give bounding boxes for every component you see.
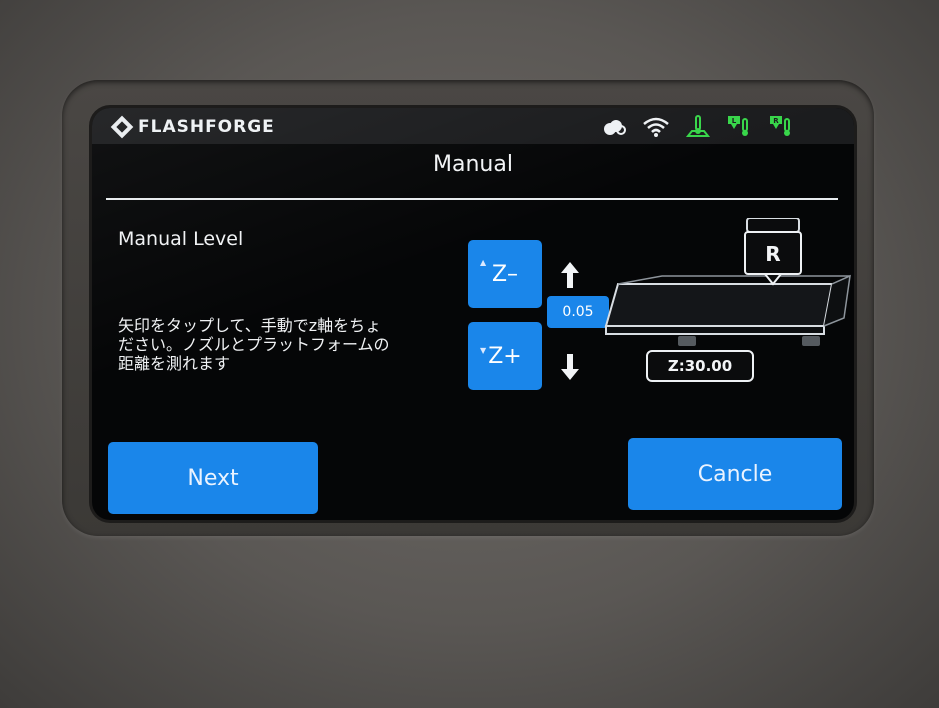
nozzle-label: R — [765, 242, 780, 266]
triangle-down-icon: ▼ — [480, 346, 487, 355]
platform-depth — [617, 275, 851, 285]
z-position-readout: Z:30.00 — [646, 350, 754, 382]
next-button[interactable]: Next — [108, 442, 318, 514]
left-nozzle-badge: L — [732, 117, 737, 125]
right-nozzle-temperature-icon: R — [768, 115, 796, 139]
z-plus-button[interactable]: ▼ Z+ — [468, 322, 542, 390]
step-size-value: 0.05 — [562, 304, 594, 320]
status-bar: FLASHFORGE L R — [92, 108, 854, 144]
leveling-knob — [678, 336, 696, 346]
title-divider — [106, 198, 838, 200]
z-plus-label: Z+ — [488, 343, 522, 369]
leveling-knob — [802, 336, 820, 346]
brand: FLASHFORGE — [110, 115, 275, 139]
status-icons: L R — [600, 114, 796, 140]
left-nozzle-temperature-icon: L — [726, 115, 754, 139]
platform-edge — [605, 325, 825, 335]
build-platform — [604, 283, 834, 327]
next-button-label: Next — [187, 465, 239, 491]
right-nozzle-badge: R — [773, 117, 779, 125]
manual-level-heading: Manual Level — [118, 228, 244, 250]
triangle-up-icon: ▲ — [480, 258, 487, 267]
cancel-button-label: Cancle — [697, 461, 773, 487]
flashforge-logo-icon — [110, 115, 134, 139]
z-minus-label: Z– — [491, 261, 519, 287]
cloud-icon[interactable] — [600, 115, 628, 139]
wifi-icon[interactable] — [642, 115, 670, 139]
instruction-text: 矢印をタップして、手動でz軸をちょ ださい。ノズルとプラットフォームの 距離を測… — [118, 316, 390, 373]
nozzle-carriage — [746, 218, 800, 233]
page-title: Manual — [433, 152, 513, 177]
nozzle-tip — [762, 273, 784, 286]
brand-name: FLASHFORGE — [138, 117, 275, 137]
touch-screen: FLASHFORGE L R Manual Manual Level 矢印をタッ… — [92, 108, 854, 520]
z-minus-button[interactable]: ▲ Z– — [468, 240, 542, 308]
arrow-down-icon — [561, 354, 579, 380]
bed-temperature-icon — [684, 115, 712, 139]
z-position-value: Z:30.00 — [667, 357, 733, 375]
arrow-up-icon — [561, 262, 579, 288]
cancel-button[interactable]: Cancle — [628, 438, 842, 510]
